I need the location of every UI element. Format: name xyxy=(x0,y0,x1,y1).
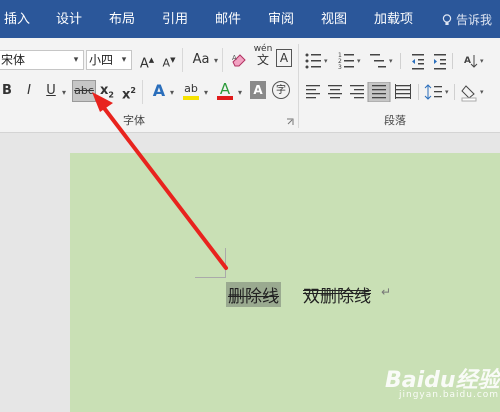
annotation-arrow xyxy=(92,92,228,270)
